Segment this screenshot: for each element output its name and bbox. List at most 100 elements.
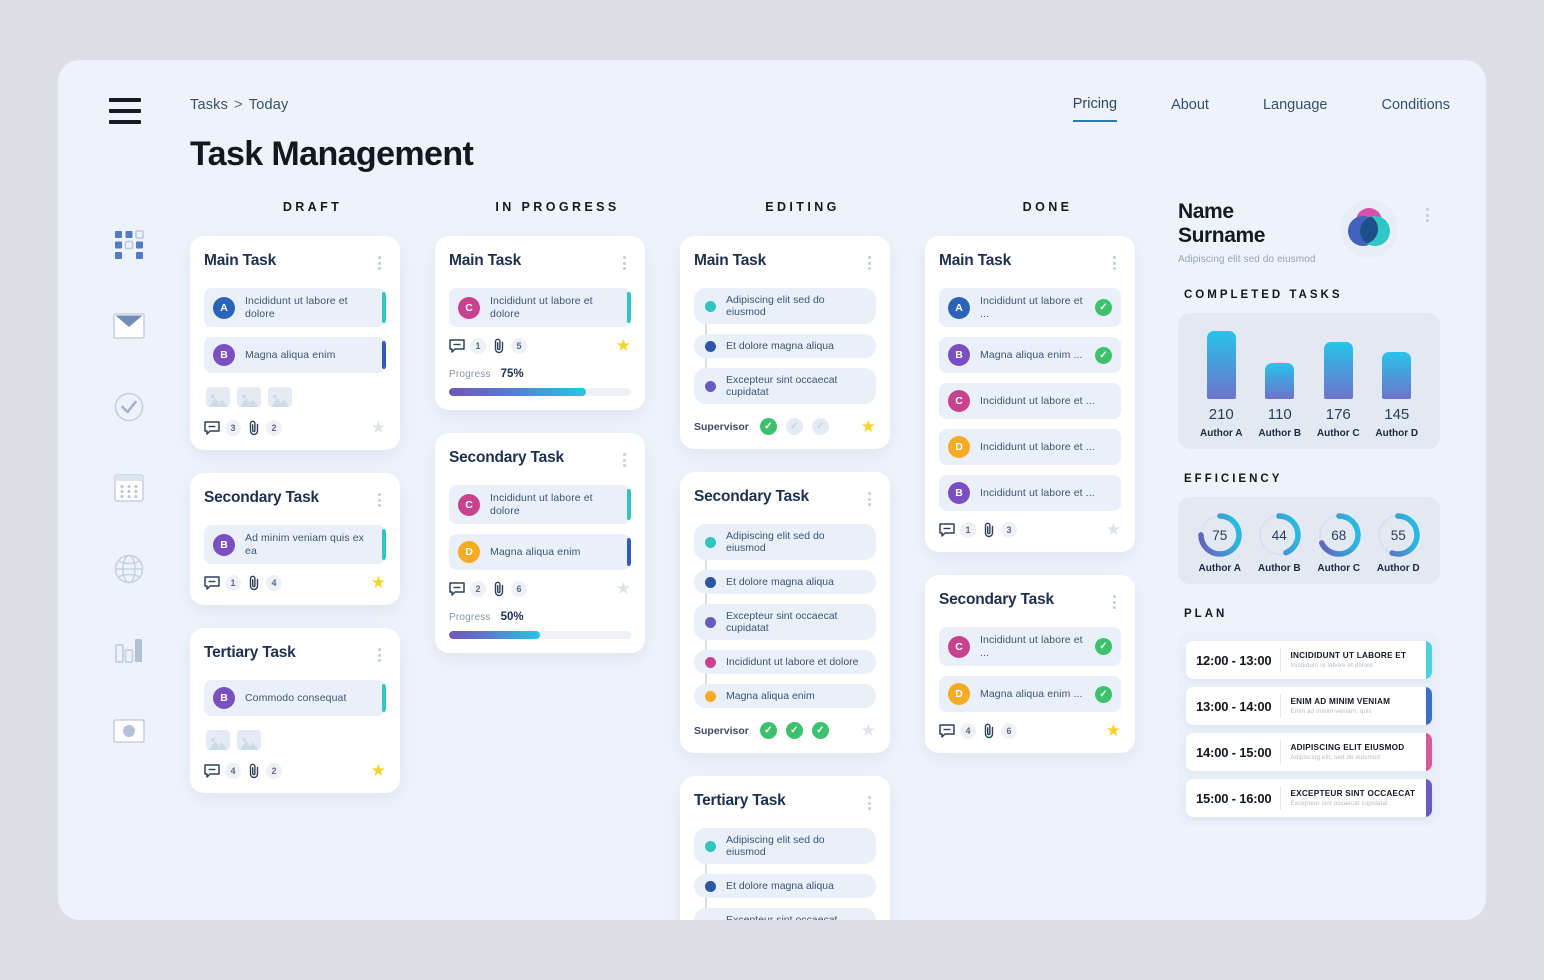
image-thumbnail-icon[interactable]	[206, 730, 230, 751]
card-draft-main-task[interactable]: Main Task A Incididunt ut labore et dolo…	[190, 236, 400, 451]
card-menu-icon[interactable]	[373, 644, 386, 666]
comments-meta[interactable]: 2	[449, 580, 486, 597]
card-menu-icon[interactable]	[863, 488, 876, 510]
assignee-row[interactable]: C Incididunt ut labore et dolore	[449, 485, 631, 525]
attachments-meta[interactable]: 2	[248, 419, 282, 436]
image-thumbnail-icon[interactable]	[237, 387, 261, 408]
plan-item[interactable]: 13:00 - 14:00 ENIM AD MINIM VENIAM Enim …	[1186, 687, 1432, 726]
favorite-star-icon[interactable]: ★	[1106, 521, 1121, 538]
timeline-step[interactable]: Magna aliqua enim	[694, 684, 876, 708]
supervisor-check-icon[interactable]: ✓	[785, 722, 803, 739]
timeline-step[interactable]: Et dolore magna aliqua	[694, 570, 876, 594]
attachments-meta[interactable]: 4	[248, 574, 282, 591]
timeline-step[interactable]: Adipiscing elit sed do eiusmod	[694, 524, 876, 560]
timeline-step[interactable]: Excepteur sint occaecat cupidatat	[694, 604, 876, 640]
image-thumbnail-icon[interactable]	[268, 387, 292, 408]
breadcrumb-today[interactable]: Today	[249, 97, 289, 113]
supervisor-check-icon[interactable]: ✓	[785, 418, 803, 435]
attachments-meta[interactable]: 5	[493, 337, 527, 354]
sidebar-item-global[interactable]	[112, 552, 146, 586]
card-menu-icon[interactable]	[618, 449, 631, 471]
favorite-star-icon[interactable]: ★	[371, 762, 386, 779]
plan-item[interactable]: 14:00 - 15:00 ADIPISCING ELIT EIUSMOD Ad…	[1186, 733, 1432, 772]
nav-item-pricing[interactable]: Pricing	[1072, 96, 1118, 122]
favorite-star-icon[interactable]: ★	[616, 580, 631, 597]
assignee-row[interactable]: C Incididunt ut labore et ... ✓	[939, 627, 1121, 667]
card-draft-secondary-task[interactable]: Secondary Task B Ad minim veniam quis ex…	[190, 473, 400, 606]
assignee-row[interactable]: D Magna aliqua enim	[449, 534, 631, 571]
card-inprogress-secondary-task[interactable]: Secondary Task C Incididunt ut labore et…	[435, 433, 645, 654]
supervisor-check-icon[interactable]: ✓	[759, 722, 777, 739]
comments-meta[interactable]: 4	[204, 762, 241, 779]
sidebar-item-media[interactable]	[112, 714, 146, 748]
card-menu-icon[interactable]	[1108, 591, 1121, 613]
comments-meta[interactable]: 4	[939, 722, 976, 739]
assignee-row[interactable]: D Magna aliqua enim ... ✓	[939, 676, 1121, 713]
card-menu-icon[interactable]	[618, 252, 631, 274]
assignee-row[interactable]: A Incididunt ut labore et dolore	[204, 288, 386, 328]
timeline-step[interactable]: Excepteur sint occaecat cupidatat	[694, 368, 876, 404]
assignee-row[interactable]: B Incididunt ut labore et ...	[939, 475, 1121, 512]
attachments-meta[interactable]: 2	[248, 762, 282, 779]
card-menu-icon[interactable]	[373, 489, 386, 511]
timeline-step[interactable]: Et dolore magna aliqua	[694, 874, 876, 898]
assignee-row[interactable]: B Magna aliqua enim	[204, 337, 386, 374]
sidebar-item-analytics[interactable]	[112, 633, 146, 667]
timeline-step[interactable]: Adipiscing elit sed do eiusmod	[694, 828, 876, 864]
image-thumbnail-icon[interactable]	[237, 730, 261, 751]
nav-item-about[interactable]: About	[1171, 97, 1209, 121]
card-editing-secondary-task[interactable]: Secondary Task Adipiscing elit sed do ei…	[680, 472, 890, 753]
attachments-meta[interactable]: 3	[983, 521, 1017, 538]
assignee-row[interactable]: D Incididunt ut labore et ...	[939, 429, 1121, 466]
favorite-star-icon[interactable]: ★	[861, 722, 876, 739]
image-thumbnail-icon[interactable]	[206, 387, 230, 408]
assignee-row[interactable]: C Incididunt ut labore et dolore	[449, 288, 631, 328]
profile-menu-icon[interactable]	[1421, 204, 1434, 226]
assignee-row[interactable]: A Incididunt ut labore et ... ✓	[939, 288, 1121, 328]
card-done-main-task[interactable]: Main Task A Incididunt ut labore et ... …	[925, 236, 1135, 553]
card-menu-icon[interactable]	[863, 252, 876, 274]
attachments-meta[interactable]: 6	[493, 580, 527, 597]
favorite-star-icon[interactable]: ★	[371, 419, 386, 436]
timeline-step[interactable]: Incididunt ut labore et dolore	[694, 650, 876, 674]
attachments-meta[interactable]: 6	[983, 722, 1017, 739]
card-done-secondary-task[interactable]: Secondary Task C Incididunt ut labore et…	[925, 575, 1135, 754]
card-menu-icon[interactable]	[1108, 252, 1121, 274]
plan-item[interactable]: 12:00 - 13:00 INCIDIDUNT UT LABORE ET In…	[1186, 641, 1432, 680]
breadcrumb-tasks[interactable]: Tasks	[190, 97, 228, 113]
card-menu-icon[interactable]	[373, 252, 386, 274]
supervisor-check-icon[interactable]: ✓	[811, 722, 829, 739]
assignee-row[interactable]: B Ad minim veniam quis ex ea	[204, 525, 386, 565]
avatar[interactable]	[1340, 200, 1398, 258]
assignee-row[interactable]: B Magna aliqua enim ... ✓	[939, 337, 1121, 374]
comments-meta[interactable]: 1	[204, 574, 241, 591]
timeline-step[interactable]: Et dolore magna aliqua	[694, 334, 876, 358]
sidebar-item-tasks[interactable]	[112, 390, 146, 424]
plan-item[interactable]: 15:00 - 16:00 EXCEPTEUR SINT OCCAECAT Ex…	[1186, 779, 1432, 818]
sidebar-item-dashboard[interactable]	[112, 228, 146, 262]
favorite-star-icon[interactable]: ★	[861, 418, 876, 435]
favorite-star-icon[interactable]: ★	[616, 337, 631, 354]
timeline-step[interactable]: Adipiscing elit sed do eiusmod	[694, 288, 876, 324]
card-inprogress-main-task[interactable]: Main Task C Incididunt ut labore et dolo…	[435, 236, 645, 411]
assignee-row[interactable]: B Commodo consequat	[204, 680, 386, 717]
supervisor-check-icon[interactable]: ✓	[759, 418, 777, 435]
sidebar-item-mail[interactable]	[112, 309, 146, 343]
favorite-star-icon[interactable]: ★	[371, 574, 386, 591]
supervisor-check-icon[interactable]: ✓	[811, 418, 829, 435]
nav-item-conditions[interactable]: Conditions	[1381, 97, 1450, 121]
hamburger-menu-icon[interactable]	[109, 98, 141, 124]
card-menu-icon[interactable]	[863, 792, 876, 814]
favorite-star-icon[interactable]: ★	[1106, 722, 1121, 739]
card-editing-tertiary-task[interactable]: Tertiary Task Adipiscing elit sed do eiu…	[680, 776, 890, 920]
comments-meta[interactable]: 1	[449, 337, 486, 354]
card-editing-main-task[interactable]: Main Task Adipiscing elit sed do eiusmod…	[680, 236, 890, 449]
comments-meta[interactable]: 1	[939, 521, 976, 538]
comments-meta[interactable]: 3	[204, 419, 241, 436]
nav-item-language[interactable]: Language	[1263, 97, 1328, 121]
sidebar-item-calendar[interactable]	[112, 471, 146, 505]
timeline-step-label: Excepteur sint occaecat cupidatat	[726, 914, 838, 920]
assignee-row[interactable]: C Incididunt ut labore et ...	[939, 383, 1121, 420]
card-draft-tertiary-task[interactable]: Tertiary Task B Commodo consequat 4 2 ★	[190, 628, 400, 794]
timeline-step[interactable]: Excepteur sint occaecat cupidatat	[694, 908, 876, 920]
